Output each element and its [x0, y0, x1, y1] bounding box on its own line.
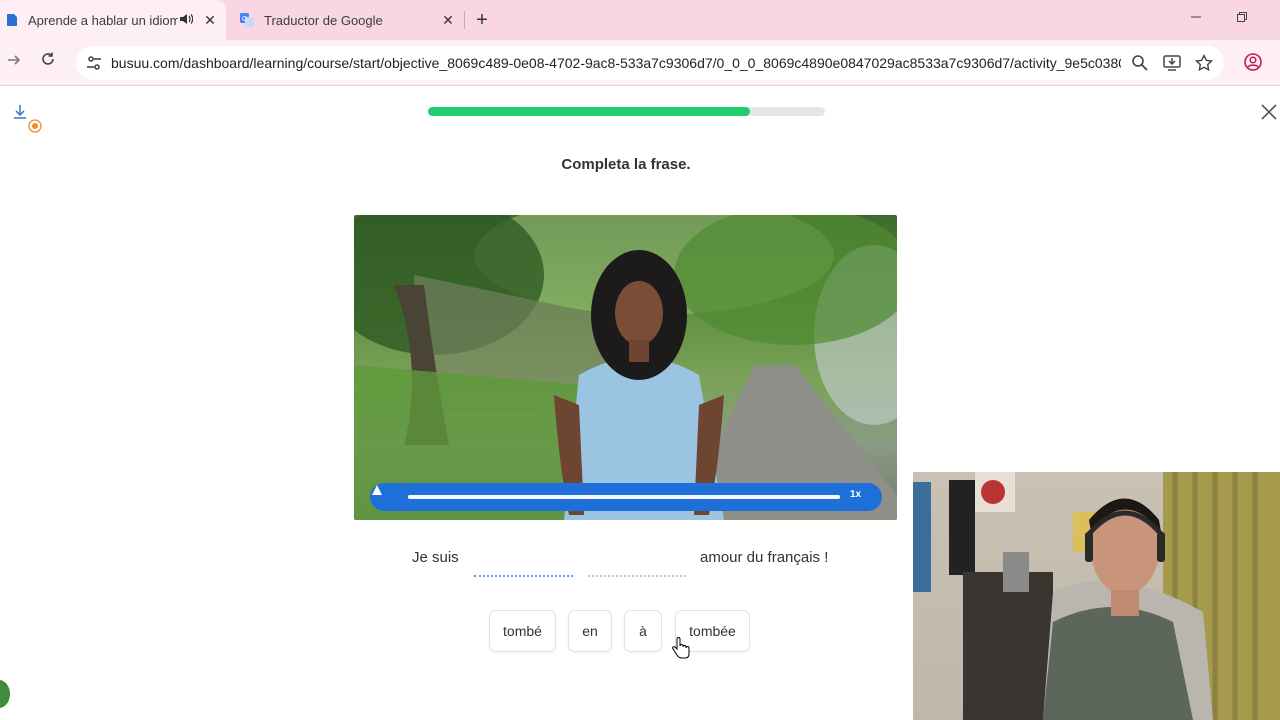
browser-toolbar: busuu.com/dashboard/learning/course/star…	[0, 40, 1280, 86]
video-seek-fill	[408, 495, 840, 499]
help-chat-button[interactable]	[0, 680, 10, 708]
tab-separator	[464, 11, 465, 29]
speaker-icon[interactable]	[178, 12, 194, 28]
lesson-video[interactable]: 1x	[354, 215, 897, 520]
url-text[interactable]: busuu.com/dashboard/learning/course/star…	[111, 46, 1121, 80]
answer-blank-2[interactable]	[588, 575, 686, 577]
option-en[interactable]: en	[568, 610, 612, 652]
sentence-end: amour du français !	[700, 549, 829, 566]
lesson-progress-bar	[428, 107, 825, 116]
zoom-icon[interactable]	[1130, 53, 1150, 73]
close-lesson-icon[interactable]	[1259, 102, 1279, 122]
video-frame-image	[354, 215, 897, 520]
tab-close-button[interactable]: ✕	[440, 12, 456, 29]
answer-blank-1[interactable]	[474, 575, 573, 577]
webcam-image	[913, 472, 1280, 720]
minimize-icon[interactable]	[1190, 10, 1202, 27]
tab-close-button[interactable]: ✕	[202, 12, 218, 29]
forward-icon[interactable]	[2, 51, 26, 75]
restore-icon[interactable]	[1236, 10, 1248, 27]
google-translate-icon: G	[240, 13, 254, 27]
install-app-icon[interactable]	[1162, 53, 1182, 73]
option-tombe[interactable]: tombé	[489, 610, 556, 652]
tab-busuu[interactable]: Aprende a hablar un idiome ✕	[0, 0, 226, 40]
play-icon[interactable]	[370, 483, 384, 497]
sentence-start: Je suis	[412, 549, 459, 566]
video-player-bar: 1x	[370, 483, 882, 511]
reload-icon[interactable]	[36, 51, 60, 75]
video-seek-bar[interactable]	[408, 495, 840, 499]
profile-avatar-icon[interactable]	[1243, 52, 1263, 72]
webcam-overlay	[913, 472, 1280, 720]
address-bar[interactable]: busuu.com/dashboard/learning/course/star…	[76, 46, 1224, 80]
playback-speed-button[interactable]: 1x	[850, 489, 861, 500]
lesson-progress-fill	[428, 107, 750, 116]
hand-cursor-icon	[671, 637, 690, 659]
new-tab-button[interactable]: +	[472, 9, 492, 31]
tab-strip: Aprende a hablar un idiome ✕ G Traductor…	[0, 0, 1280, 40]
tab-title: Aprende a hablar un idiome	[28, 12, 178, 28]
site-settings-icon[interactable]	[82, 51, 106, 75]
exercise-instruction: Completa la frase.	[561, 156, 691, 173]
svg-text:G: G	[242, 16, 247, 23]
download-icon[interactable]	[10, 102, 44, 136]
bookmark-star-icon[interactable]	[1194, 53, 1214, 73]
busuu-favicon-icon	[7, 14, 17, 26]
tab-title: Traductor de Google	[264, 12, 383, 28]
option-a[interactable]: à	[624, 610, 662, 652]
tab-google-translate[interactable]: G Traductor de Google ✕	[232, 0, 464, 40]
